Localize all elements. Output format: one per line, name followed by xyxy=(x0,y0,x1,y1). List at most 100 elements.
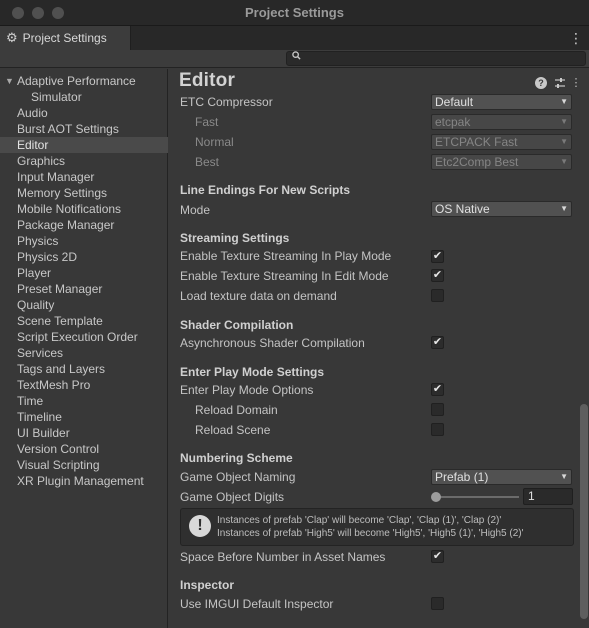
shader-compilation-header: Shader Compilation xyxy=(180,318,294,332)
sidebar-item-preset-manager[interactable]: Preset Manager xyxy=(0,281,168,297)
game-object-naming-label: Game Object Naming xyxy=(180,470,296,484)
game-object-digits-field[interactable]: 1 xyxy=(523,488,573,505)
sidebar-item-adaptive-performance[interactable]: ▼ Adaptive Performance xyxy=(0,73,168,89)
etc-best-dropdown: Etc2Comp Best ▼ xyxy=(431,154,572,170)
chevron-down-icon: ▼ xyxy=(560,117,568,126)
texture-streaming-edit-mode-checkbox[interactable]: ✔ xyxy=(431,269,444,282)
etc-fast-label: Fast xyxy=(195,115,219,129)
sidebar-item-package-manager[interactable]: Package Manager xyxy=(0,217,168,233)
game-object-naming-dropdown[interactable]: Prefab (1) ▼ xyxy=(431,469,572,485)
sidebar-item-memory-settings[interactable]: Memory Settings xyxy=(0,185,168,201)
sidebar-item-visual-scripting[interactable]: Visual Scripting xyxy=(0,457,168,473)
sidebar-item-textmesh-pro[interactable]: TextMesh Pro xyxy=(0,377,168,393)
sidebar-item-tags-and-layers[interactable]: Tags and Layers xyxy=(0,361,168,377)
editor-settings-panel: Editor ? ⋮ ETC Compressor Default ▼ Fast… xyxy=(169,69,589,628)
reload-domain-label: Reload Domain xyxy=(195,403,278,417)
chevron-down-icon: ▼ xyxy=(560,472,568,481)
help-icon[interactable]: ? xyxy=(535,77,547,89)
sidebar-item-graphics[interactable]: Graphics xyxy=(0,153,168,169)
reload-scene-checkbox[interactable] xyxy=(431,423,444,436)
enter-play-mode-options-checkbox[interactable]: ✔ xyxy=(431,383,444,396)
etc-fast-dropdown: etcpak ▼ xyxy=(431,114,572,130)
line-endings-mode-label: Mode xyxy=(180,203,211,217)
sidebar-item-timeline[interactable]: Timeline xyxy=(0,409,168,425)
dropdown-value: OS Native xyxy=(435,202,490,216)
async-shader-compilation-checkbox[interactable]: ✔ xyxy=(431,336,444,349)
sidebar-item-mobile-notifications[interactable]: Mobile Notifications xyxy=(0,201,168,217)
help-text-line: Instances of prefab 'High5' will become … xyxy=(217,528,524,539)
use-imgui-inspector-checkbox[interactable] xyxy=(431,597,444,610)
chevron-down-icon: ▼ xyxy=(560,204,568,213)
chevron-down-icon: ▼ xyxy=(560,137,568,146)
use-imgui-inspector-label: Use IMGUI Default Inspector xyxy=(180,597,334,611)
sidebar-item-input-manager[interactable]: Input Manager xyxy=(0,169,168,185)
tab-label: Project Settings xyxy=(22,31,107,45)
gear-icon: ⚙ xyxy=(6,30,18,45)
sidebar-item-version-control[interactable]: Version Control xyxy=(0,441,168,457)
texture-streaming-play-mode-checkbox[interactable]: ✔ xyxy=(431,250,444,263)
etc-normal-label: Normal xyxy=(195,135,234,149)
preset-sliders-icon[interactable] xyxy=(554,77,566,89)
numbering-scheme-header: Numbering Scheme xyxy=(180,451,293,465)
sidebar-item-physics-2d[interactable]: Physics 2D xyxy=(0,249,168,265)
sidebar-item-script-execution-order[interactable]: Script Execution Order xyxy=(0,329,168,345)
reload-domain-checkbox[interactable] xyxy=(431,403,444,416)
sidebar-item-physics[interactable]: Physics xyxy=(0,233,168,249)
sidebar-item-simulator[interactable]: Simulator xyxy=(0,89,168,105)
sidebar-item-time[interactable]: Time xyxy=(0,393,168,409)
sidebar-item-ui-builder[interactable]: UI Builder xyxy=(0,425,168,441)
vertical-scrollbar-thumb[interactable] xyxy=(580,404,588,619)
settings-sidebar: ▼ Adaptive Performance Simulator Audio B… xyxy=(0,69,168,628)
window-title: Project Settings xyxy=(245,5,344,20)
chevron-down-icon: ▼ xyxy=(560,97,568,106)
search-input[interactable] xyxy=(303,52,583,65)
enter-play-mode-options-label: Enter Play Mode Options xyxy=(180,383,314,397)
tab-strip: ⚙ Project Settings ⋮ xyxy=(0,26,589,50)
enter-play-mode-settings-header: Enter Play Mode Settings xyxy=(180,365,325,379)
search-icon xyxy=(292,51,301,63)
sidebar-item-burst-aot-settings[interactable]: Burst AOT Settings xyxy=(0,121,168,137)
numbering-help-box: ! Instances of prefab 'Clap' will become… xyxy=(180,508,574,546)
sidebar-item-scene-template[interactable]: Scene Template xyxy=(0,313,168,329)
dropdown-value: etcpak xyxy=(435,115,471,129)
reload-scene-label: Reload Scene xyxy=(195,423,271,437)
search-row xyxy=(0,50,589,68)
warning-icon: ! xyxy=(189,515,211,537)
texture-streaming-play-mode-label: Enable Texture Streaming In Play Mode xyxy=(180,249,392,263)
chevron-down-icon: ▼ xyxy=(560,157,568,166)
async-shader-compilation-label: Asynchronous Shader Compilation xyxy=(180,336,365,350)
etc-compressor-label: ETC Compressor xyxy=(180,95,273,109)
sidebar-item-services[interactable]: Services xyxy=(0,345,168,361)
sidebar-item-xr-plugin-management[interactable]: XR Plugin Management xyxy=(0,473,168,489)
window-menu-kebab-icon[interactable]: ⋮ xyxy=(569,29,583,47)
game-object-digits-slider-handle[interactable] xyxy=(431,492,441,502)
dropdown-value: Etc2Comp Best xyxy=(435,155,519,169)
sidebar-item-player[interactable]: Player xyxy=(0,265,168,281)
inspector-header: Inspector xyxy=(180,578,235,592)
line-endings-header: Line Endings For New Scripts xyxy=(180,183,351,197)
page-title: Editor xyxy=(179,70,236,91)
sidebar-item-label: Adaptive Performance xyxy=(17,74,136,88)
search-box[interactable] xyxy=(286,51,586,66)
tab-project-settings[interactable]: ⚙ Project Settings xyxy=(0,26,131,50)
sidebar-item-audio[interactable]: Audio xyxy=(0,105,168,121)
game-object-digits-label: Game Object Digits xyxy=(180,490,285,504)
game-object-digits-slider-track[interactable] xyxy=(433,496,519,498)
load-texture-on-demand-label: Load texture data on demand xyxy=(180,289,337,303)
texture-streaming-edit-mode-label: Enable Texture Streaming In Edit Mode xyxy=(180,269,389,283)
dropdown-value: Prefab (1) xyxy=(435,470,489,484)
expand-arrow-icon[interactable]: ▼ xyxy=(5,73,14,89)
title-bar: Project Settings xyxy=(0,0,589,26)
etc-best-label: Best xyxy=(195,155,220,169)
space-before-number-label: Space Before Number in Asset Names xyxy=(180,550,386,564)
etc-normal-dropdown: ETCPACK Fast ▼ xyxy=(431,134,572,150)
sidebar-item-editor[interactable]: Editor xyxy=(0,137,168,153)
line-endings-mode-dropdown[interactable]: OS Native ▼ xyxy=(431,201,572,217)
space-before-number-checkbox[interactable]: ✔ xyxy=(431,550,444,563)
load-texture-on-demand-checkbox[interactable] xyxy=(431,289,444,302)
sidebar-item-quality[interactable]: Quality xyxy=(0,297,168,313)
streaming-settings-header: Streaming Settings xyxy=(180,231,290,245)
etc-compressor-dropdown[interactable]: Default ▼ xyxy=(431,94,572,110)
dropdown-value: ETCPACK Fast xyxy=(435,135,518,149)
dropdown-value: Default xyxy=(435,95,474,109)
